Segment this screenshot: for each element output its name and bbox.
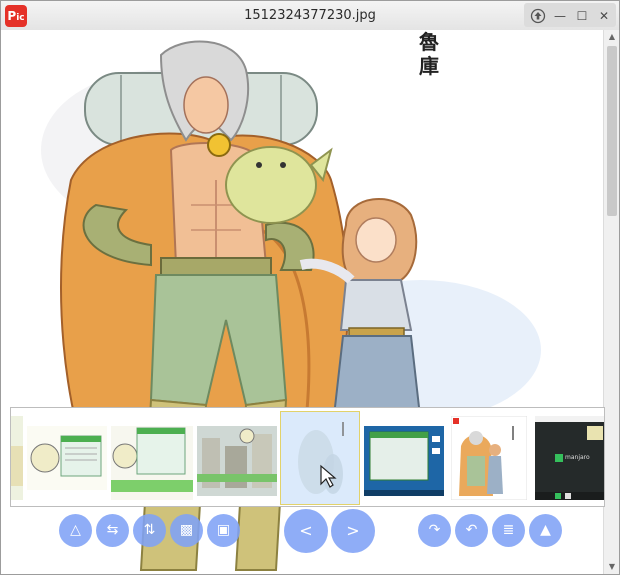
rotate-right-button[interactable]: ↷ (418, 514, 451, 547)
up-arrow-icon[interactable] (529, 7, 547, 25)
thumbnail-rage-comic-4[interactable] (197, 416, 277, 500)
image-caption: 魯庫 (419, 30, 439, 78)
thumbnail-desktop-screenshot[interactable] (364, 416, 444, 500)
vertical-scrollbar[interactable]: ▲ ▼ (603, 30, 619, 574)
thumbnail-strip[interactable]: manjaro (10, 407, 605, 507)
scrollbar-thumb[interactable] (607, 46, 617, 216)
flip-vertical-button[interactable]: ⇅ (133, 514, 166, 547)
image-viewer-window: Pic 1512324377230.jpg — ☐ ✕ 魯庫 ▲ ▼ manja… (0, 0, 620, 575)
transparency-button[interactable]: ▩ (170, 514, 203, 547)
title-bar[interactable]: Pic 1512324377230.jpg — ☐ ✕ (1, 1, 619, 31)
maximize-button[interactable]: ☐ (573, 7, 591, 25)
up-arrow-glyph (530, 8, 546, 24)
thumbnail-current-image[interactable] (280, 411, 360, 505)
next-image-button[interactable]: > (331, 509, 375, 553)
close-button[interactable]: ✕ (595, 7, 613, 25)
fit-to-window-button[interactable]: ▣ (207, 514, 240, 547)
previous-image-button[interactable]: < (284, 509, 328, 553)
minimize-button[interactable]: — (551, 7, 569, 25)
thumbnail-manjaro-desktop[interactable]: manjaro (535, 416, 604, 500)
thumbnail-illustration[interactable] (451, 416, 527, 500)
menu-button[interactable]: ≣ (492, 514, 525, 547)
scroll-down-arrow-icon[interactable]: ▼ (604, 560, 619, 574)
flip-horizontal-button[interactable]: ⇆ (96, 514, 129, 547)
thumbnail-rage-comic-2[interactable] (27, 416, 107, 500)
toggle-filmstrip-button[interactable]: ▲ (529, 514, 562, 547)
thumbnail-rage-comic-1[interactable] (11, 416, 23, 500)
thumbnail-rage-comic-3[interactable] (111, 416, 193, 500)
manjaro-label: manjaro (565, 454, 590, 461)
flip-button[interactable]: △ (59, 514, 92, 547)
rotate-left-button[interactable]: ↶ (455, 514, 488, 547)
scroll-up-arrow-icon[interactable]: ▲ (604, 30, 619, 44)
